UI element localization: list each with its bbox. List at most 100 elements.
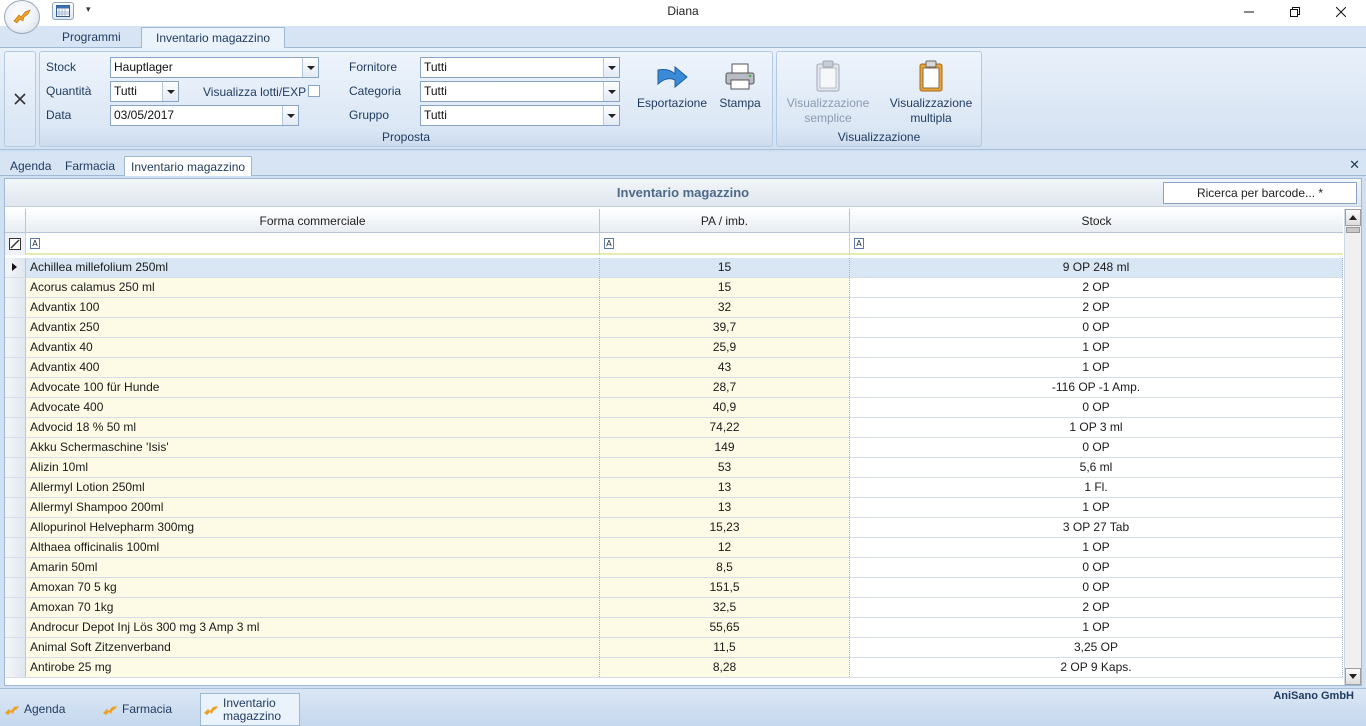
table-row[interactable]: Alizin 10ml 53 5,6 ml — [5, 458, 1343, 478]
row-selector[interactable] — [5, 458, 26, 477]
vertical-scrollbar[interactable] — [1344, 209, 1361, 685]
data-label: Data — [46, 108, 72, 122]
filter-forma-input[interactable]: A — [26, 233, 600, 255]
cell-pa-imb: 12 — [600, 538, 850, 557]
column-header-forma[interactable]: Forma commerciale — [26, 209, 600, 233]
lotti-checkbox[interactable] — [308, 85, 320, 97]
table-row[interactable]: Advantix 40 25,9 1 OP — [5, 338, 1343, 358]
doc-tab-agenda[interactable]: Agenda — [4, 156, 57, 176]
bottom-tab-inventario[interactable]: Inventario magazzino — [200, 693, 300, 726]
cell-forma-commerciale: Advantix 100 — [26, 298, 600, 317]
cell-forma-commerciale: Advantix 400 — [26, 358, 600, 377]
esportazione-button[interactable]: Esportazione — [636, 62, 708, 111]
date-picker[interactable]: 03/05/2017 — [110, 105, 299, 126]
bottom-tab-agenda[interactable]: Agenda — [4, 693, 94, 726]
row-selector[interactable] — [5, 298, 26, 317]
cell-pa-imb: 15,23 — [600, 518, 850, 537]
tab-programmi[interactable]: Programmi — [48, 27, 135, 48]
quantita-select[interactable]: Tutti — [110, 81, 179, 102]
calendar-quick-button[interactable] — [52, 2, 74, 20]
row-selector[interactable] — [5, 618, 26, 637]
visualizzazione-multipla-button[interactable]: Visualizzazione multipla — [885, 60, 977, 126]
doc-tab-inventario[interactable]: Inventario magazzino — [124, 156, 253, 176]
cell-stock: 1 OP — [850, 358, 1343, 377]
close-panel-button[interactable] — [4, 51, 36, 147]
close-window-button[interactable] — [1318, 0, 1364, 24]
clipboard-icon — [816, 60, 840, 92]
column-header-stock[interactable]: Stock — [850, 209, 1343, 233]
scroll-up-button[interactable] — [1345, 209, 1361, 226]
scroll-down-button[interactable] — [1345, 668, 1361, 685]
table-row[interactable]: Androcur Depot Inj Lös 300 mg 3 Amp 3 ml… — [5, 618, 1343, 638]
bottom-tab-farmacia[interactable]: Farmacia — [102, 693, 196, 726]
row-selector[interactable] — [5, 558, 26, 577]
table-row[interactable]: Allermyl Shampoo 200ml 13 1 OP — [5, 498, 1343, 518]
visualizzazione-semplice-button[interactable]: Visualizzazione semplice — [783, 60, 873, 126]
row-selector-header — [5, 209, 26, 233]
tab-inventario-magazzino[interactable]: Inventario magazzino — [141, 27, 286, 49]
row-selector[interactable] — [5, 438, 26, 457]
gruppo-select[interactable]: Tutti — [420, 105, 620, 126]
cell-forma-commerciale: Akku Schermaschine 'Isis' — [26, 438, 600, 457]
app-menu-button[interactable] — [4, 0, 40, 34]
table-row[interactable]: Althaea officinalis 100ml 12 1 OP — [5, 538, 1343, 558]
cell-forma-commerciale: Advocate 100 für Hunde — [26, 378, 600, 397]
barcode-search-input[interactable]: Ricerca per barcode... * — [1163, 182, 1357, 204]
table-row[interactable]: Advantix 250 39,7 0 OP — [5, 318, 1343, 338]
table-row[interactable]: Advocate 100 für Hunde 28,7 -116 OP -1 Amp… — [5, 378, 1343, 398]
window-title: Diana — [667, 4, 699, 18]
fornitore-select[interactable]: Tutti — [420, 57, 620, 78]
row-selector[interactable] — [5, 538, 26, 557]
table-row[interactable]: Antirobe 25 mg 8,28 2 OP 9 Kaps. — [5, 658, 1343, 678]
row-selector[interactable] — [5, 358, 26, 377]
table-row[interactable]: Allopurinol Helvepharm 300mg 15,23 3 OP 27… — [5, 518, 1343, 538]
minimize-button[interactable] — [1226, 0, 1272, 24]
column-header-pa[interactable]: PA / imb. — [600, 209, 850, 233]
table-row[interactable]: Advantix 400 43 1 OP — [5, 358, 1343, 378]
stock-select[interactable]: Hauptlager — [110, 57, 319, 78]
row-selector[interactable] — [5, 378, 26, 397]
document-tab-bar: Agenda Farmacia Inventario magazzino ✕ — [0, 152, 1366, 176]
row-selector[interactable] — [5, 398, 26, 417]
row-selector[interactable] — [5, 518, 26, 537]
row-selector[interactable] — [5, 258, 26, 277]
printer-icon — [725, 63, 755, 90]
horse-logo-icon — [5, 705, 19, 715]
row-selector[interactable] — [5, 658, 26, 677]
categoria-label: Categoria — [349, 84, 402, 98]
filter-stock-input[interactable]: A — [850, 233, 1343, 255]
clipboard-icon — [919, 60, 943, 92]
row-selector[interactable] — [5, 478, 26, 497]
chevron-down-icon — [1349, 674, 1357, 679]
doc-tab-farmacia[interactable]: Farmacia — [59, 156, 121, 176]
row-selector[interactable] — [5, 578, 26, 597]
table-row[interactable]: Advocate 400 40,9 0 OP — [5, 398, 1343, 418]
filter-pa-input[interactable]: A — [600, 233, 850, 255]
close-document-icon[interactable]: ✕ — [1349, 157, 1360, 173]
row-selector[interactable] — [5, 338, 26, 357]
filter-toggle[interactable] — [5, 233, 26, 255]
row-selector[interactable] — [5, 638, 26, 657]
table-row[interactable]: Akku Schermaschine 'Isis' 149 0 OP — [5, 438, 1343, 458]
table-row[interactable]: Amoxan 70 5 kg 151,5 0 OP — [5, 578, 1343, 598]
table-row[interactable]: Acorus calamus 250 ml 15 2 OP — [5, 278, 1343, 298]
row-selector[interactable] — [5, 498, 26, 517]
row-selector[interactable] — [5, 278, 26, 297]
table-row[interactable]: Allermyl Lotion 250ml 13 1 Fl. — [5, 478, 1343, 498]
scroll-thumb[interactable] — [1346, 227, 1360, 233]
stampa-button[interactable]: Stampa — [714, 62, 766, 111]
table-row[interactable]: Animal Soft Zitzenverband 11,5 3,25 OP — [5, 638, 1343, 658]
restore-button[interactable] — [1272, 0, 1318, 24]
row-selector[interactable] — [5, 598, 26, 617]
row-selector[interactable] — [5, 318, 26, 337]
cell-pa-imb: 53 — [600, 458, 850, 477]
table-row[interactable]: Achillea millefolium 250ml 15 9 OP 248 ml — [5, 258, 1343, 278]
categoria-select[interactable]: Tutti — [420, 81, 620, 102]
quick-access-dropdown[interactable]: ▾ — [86, 4, 91, 15]
table-row[interactable]: Amarin 50ml 8,5 0 OP — [5, 558, 1343, 578]
row-selector[interactable] — [5, 418, 26, 437]
table-row[interactable]: Amoxan 70 1kg 32,5 2 OP — [5, 598, 1343, 618]
panel-title: Inventario magazzino — [616, 185, 750, 200]
table-row[interactable]: Advantix 100 32 2 OP — [5, 298, 1343, 318]
table-row[interactable]: Advocid 18 % 50 ml 74,22 1 OP 3 ml — [5, 418, 1343, 438]
